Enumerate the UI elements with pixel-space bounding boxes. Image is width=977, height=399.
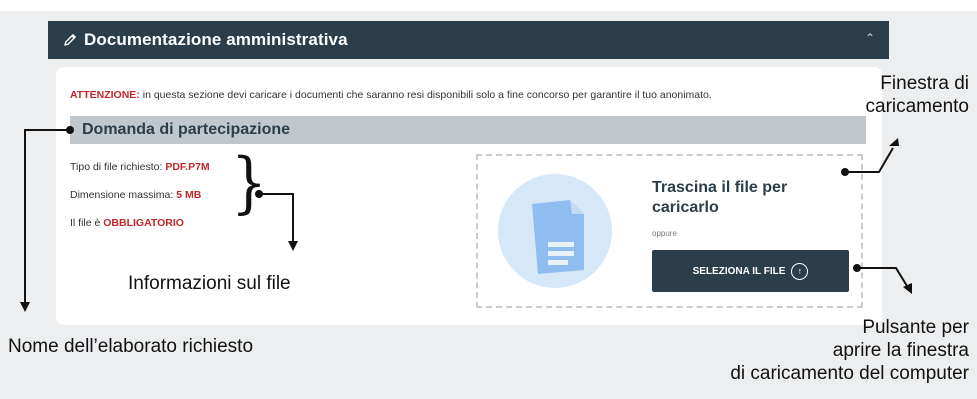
annotation-button-line1: Pulsante per [862, 317, 969, 338]
annotation-name: Nome dell’elaborato richiesto [8, 336, 254, 357]
annotation-button-line2: aprire la finestra [832, 340, 969, 361]
annotation-window-line1: Finestra di [880, 73, 969, 94]
annotation-button-line3: di caricamento del computer [730, 363, 969, 384]
annotation-window: Finestra di caricamento [866, 72, 970, 118]
annotation-button: Pulsante per aprire la finestra di caric… [730, 316, 969, 385]
annotation-file-info: Informazioni sul file [128, 273, 291, 294]
annotation-window-line2: caricamento [865, 96, 970, 117]
